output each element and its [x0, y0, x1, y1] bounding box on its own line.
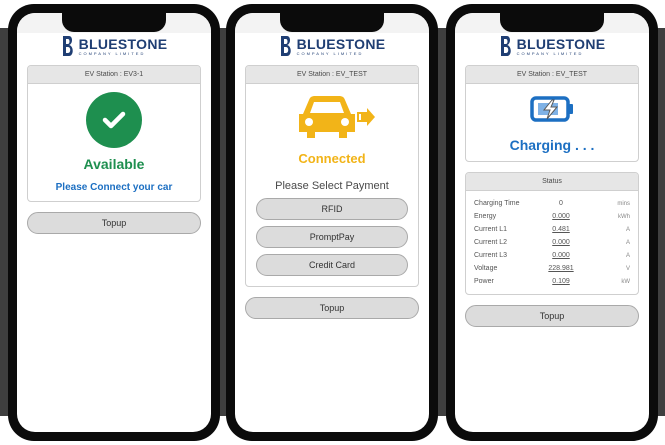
logo-mark-icon — [62, 36, 73, 56]
screen-connected: BLUESTONE COMPANY LIMITED EV Station : E… — [235, 13, 429, 432]
status-label: Power — [474, 278, 494, 285]
station-title: EV Station : EV_TEST — [466, 66, 638, 84]
status-row: Current L1 0.481 A — [474, 223, 630, 236]
check-icon — [86, 92, 142, 148]
status-value: 0.000 — [552, 252, 570, 259]
station-title: EV Station : EV_TEST — [246, 66, 418, 84]
station-panel: EV Station : EV_TEST Charging . . . — [465, 65, 639, 162]
status-value: 0.000 — [552, 213, 570, 220]
phone-notch — [500, 12, 604, 32]
status-label: Current L1 — [474, 226, 508, 233]
status-table: Charging Time 0 mins Energy 0.000 kWh Cu… — [466, 191, 638, 294]
status-unit: kWh — [618, 213, 630, 220]
status-panel-title: Status — [466, 173, 638, 191]
connect-hint: Please Connect your car — [55, 182, 173, 193]
topup-button[interactable]: Topup — [465, 305, 639, 327]
status-value: 228.981 — [548, 265, 574, 272]
payment-title: Please Select Payment — [275, 180, 389, 192]
status-text: Available — [83, 156, 145, 172]
status-row: Power 0.109 kW — [474, 275, 630, 288]
status-value: 0.481 — [552, 226, 570, 233]
station-title: EV Station : EV3-1 — [28, 66, 200, 84]
status-unit: V — [625, 265, 630, 272]
screen-available: BLUESTONE COMPANY LIMITED EV Station : E… — [17, 13, 211, 432]
status-value: 0.109 — [552, 278, 570, 285]
brand-logo: BLUESTONE COMPANY LIMITED — [17, 33, 211, 59]
topup-button[interactable]: Topup — [245, 297, 419, 319]
logo-mark-icon — [500, 36, 511, 56]
status-row: Charging Time 0 mins — [474, 197, 630, 210]
status-unit: mins — [617, 200, 630, 207]
brand-logo: BLUESTONE COMPANY LIMITED — [235, 33, 429, 59]
status-label: Voltage — [474, 265, 498, 272]
brand-tagline: COMPANY LIMITED — [516, 50, 584, 56]
status-text: Charging . . . — [509, 137, 595, 153]
brand-tagline: COMPANY LIMITED — [296, 50, 364, 56]
screen-charging: BLUESTONE COMPANY LIMITED EV Station : E… — [455, 13, 649, 432]
phone-notch — [62, 12, 166, 32]
status-text: Connected — [298, 151, 366, 166]
brand-name: BLUESTONE — [78, 35, 168, 52]
topup-button[interactable]: Topup — [27, 212, 201, 234]
status-row: Current L2 0.000 A — [474, 236, 630, 249]
brand-name: BLUESTONE — [296, 35, 386, 52]
status-value: 0.000 — [552, 239, 570, 246]
brand-logo: BLUESTONE COMPANY LIMITED — [455, 33, 649, 59]
status-label: Current L2 — [474, 239, 508, 246]
phone-available: BLUESTONE COMPANY LIMITED EV Station : E… — [8, 4, 220, 441]
status-label: Charging Time — [474, 200, 520, 207]
status-row: Voltage 228.981 V — [474, 262, 630, 275]
status-value: 0 — [559, 200, 563, 207]
logo-mark-icon — [280, 36, 291, 56]
status-row: Energy 0.000 kWh — [474, 210, 630, 223]
station-panel: EV Station : EV3-1 Available Please Conn… — [27, 65, 201, 202]
payment-promptpay-button[interactable]: PromptPay — [256, 226, 408, 248]
status-unit: A — [625, 252, 630, 259]
status-panel: Status Charging Time 0 mins Energy 0.000… — [465, 172, 639, 295]
station-panel: EV Station : EV_TEST Connected Please Se… — [245, 65, 419, 287]
phone-charging: BLUESTONE COMPANY LIMITED EV Station : E… — [446, 4, 658, 441]
brand-name: BLUESTONE — [516, 35, 606, 52]
status-unit: A — [625, 226, 630, 233]
brand-tagline: COMPANY LIMITED — [78, 50, 146, 56]
phone-connected: BLUESTONE COMPANY LIMITED EV Station : E… — [226, 4, 438, 441]
car-plug-icon — [299, 96, 375, 138]
status-label: Energy — [474, 213, 497, 220]
payment-credit-card-button[interactable]: Credit Card — [256, 254, 408, 276]
battery-charging-icon — [530, 96, 573, 122]
status-unit: A — [625, 239, 630, 246]
phone-notch — [280, 12, 384, 32]
status-unit: kW — [621, 278, 630, 285]
status-label: Current L3 — [474, 252, 508, 259]
payment-rfid-button[interactable]: RFID — [256, 198, 408, 220]
status-row: Current L3 0.000 A — [474, 249, 630, 262]
